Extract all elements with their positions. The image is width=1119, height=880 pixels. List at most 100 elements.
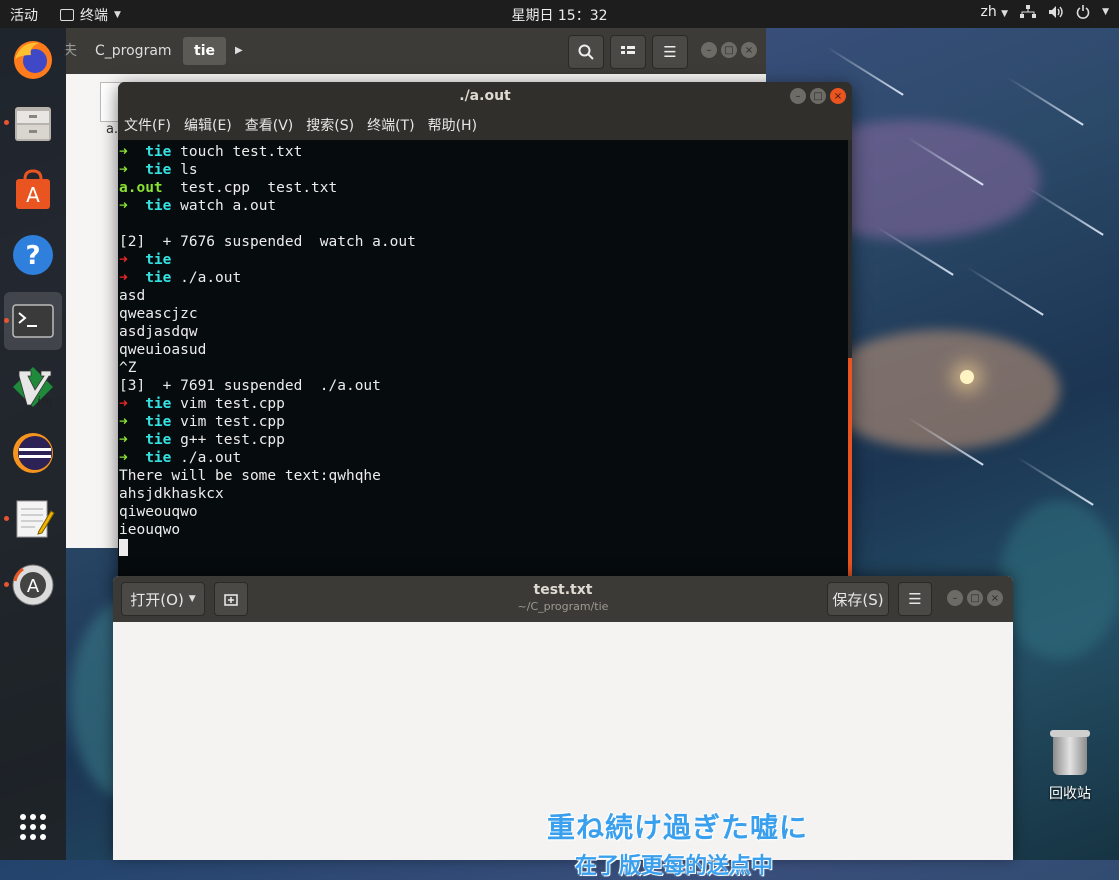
files-headerbar: 夫 C_program tie ▶ ☰ – □ × [63,28,766,74]
output-text: asdjasdqw [119,324,198,340]
terminal-line: ➜ tie ./a.out [119,449,848,467]
menu-edit[interactable]: 编辑(E) [184,115,232,135]
dock: A ? im A [0,28,66,860]
dock-item-text-editor[interactable] [4,490,62,548]
prompt-arrow-error: ➜ [119,252,128,268]
command-text: ls [171,162,198,178]
terminal-line: a.out test.cpp test.txt [119,179,848,197]
running-indicator [4,582,9,587]
terminal-line: ➜ tie touch test.txt [119,143,848,161]
power-icon[interactable] [1076,5,1090,19]
terminal-line [119,539,848,557]
minimize-button[interactable]: – [947,590,963,606]
save-button[interactable]: 保存(S) [827,582,889,616]
hamburger-icon: ☰ [908,590,922,608]
maximize-button[interactable]: □ [810,88,826,104]
output-text: asd [119,288,146,304]
files-icon [15,107,51,141]
terminal-line: ➜ tie g++ test.cpp [119,431,848,449]
menu-file[interactable]: 文件(F) [124,115,171,135]
save-button-label: 保存(S) [832,590,884,609]
trash-icon [1050,730,1090,775]
top-bar: 活动 终端 ▼ 星期日 15：32 zh ▼ ▼ [0,0,1119,28]
output-text: [2] + 7676 suspended watch a.out [119,234,416,250]
language-indicator[interactable]: zh ▼ [980,4,1008,20]
menu-view[interactable]: 查看(V) [245,115,294,135]
prompt-arrow-success: ➜ [119,144,128,160]
vim-icon: im [13,367,53,408]
grid-icon [20,814,46,840]
terminal-menubar: 文件(F) 编辑(E) 查看(V) 搜索(S) 终端(T) 帮助(H) [118,110,852,140]
subtitle-line-1: 重ね続け過ぎた嘘に [547,811,809,844]
menu-help[interactable]: 帮助(H) [428,115,477,135]
volume-icon[interactable] [1048,5,1064,19]
terminal-cursor [119,539,128,556]
search-button[interactable] [568,35,604,69]
path-segment-c-program[interactable]: C_program [84,37,183,65]
terminal-title: ./a.out [118,82,852,110]
terminal-line: ^Z [119,359,848,377]
clock[interactable]: 星期日 15：32 [0,5,1119,25]
terminal-line: ➜ tie watch a.out [119,197,848,215]
dock-item-software-center[interactable]: A [4,160,62,218]
path-segment-tie[interactable]: tie [183,37,226,65]
menu-button[interactable]: ☰ [652,35,688,69]
show-applications-button[interactable] [4,798,62,856]
dock-item-vim[interactable]: im [4,358,62,416]
terminal-line: ➜ tie vim test.cpp [119,413,848,431]
view-toggle-button[interactable] [610,35,646,69]
maximize-button[interactable]: □ [721,42,737,58]
command-text: touch test.txt [171,144,303,160]
terminal-output[interactable]: ➜ tie touch test.txt ➜ tie ls a.out test.c… [118,140,848,576]
output-text: qweuioasud [119,342,207,358]
terminal-icon [12,304,54,338]
dock-item-files[interactable] [4,94,62,152]
search-icon [578,44,594,60]
close-button[interactable]: × [830,88,846,104]
prompt-dir: tie [145,396,172,412]
svg-text:A: A [26,183,40,207]
prompt-dir: tie [145,450,172,466]
output-text: [3] + 7691 suspended ./a.out [119,378,381,394]
menu-search[interactable]: 搜索(S) [306,115,354,135]
output-text: qweascjzc [119,306,198,322]
dock-item-terminal[interactable] [4,292,62,350]
trash-label: 回收站 [1049,786,1091,802]
dock-item-eclipse[interactable] [4,424,62,482]
menu-terminal[interactable]: 终端(T) [367,115,414,135]
chevron-down-icon[interactable]: ▼ [1102,7,1109,17]
output-text: ^Z [119,360,137,376]
terminal-line: ieouqwo [119,521,848,539]
command-text: vim test.cpp [171,396,285,412]
prompt-arrow-success: ➜ [119,450,128,466]
dock-item-help[interactable]: ? [4,226,62,284]
menu-button[interactable]: ☰ [898,582,932,616]
network-icon[interactable] [1020,5,1037,19]
dock-item-firefox[interactable] [4,30,62,88]
terminal-line: ➜ tie ls [119,161,848,179]
output-text: qiweouqwo [119,504,198,520]
terminal-line: ➜ tie vim test.cpp [119,395,848,413]
close-button[interactable]: × [987,590,1003,606]
maximize-button[interactable]: □ [967,590,983,606]
svg-text:?: ? [25,241,40,271]
eclipse-icon [13,433,53,473]
svg-text:im: im [37,394,52,408]
terminal-line: asd [119,287,848,305]
system-tray: zh ▼ ▼ [980,4,1109,20]
running-indicator [4,516,9,521]
firefox-icon [14,41,52,79]
terminal-line: qiweouqwo [119,503,848,521]
command-text: watch a.out [171,198,277,214]
desktop-trash[interactable]: 回收站 [1042,730,1098,803]
command-text: vim test.cpp [171,414,285,430]
terminal-scrollbar[interactable] [848,358,852,576]
close-button[interactable]: × [741,42,757,58]
subtitle-line-2: 在了版更每的送点中 [575,854,774,879]
minimize-button[interactable]: – [701,42,717,58]
minimize-button[interactable]: – [790,88,806,104]
dock-item-software-updater[interactable]: A [4,556,62,614]
chevron-right-icon[interactable]: ▶ [224,37,254,65]
terminal-line: ➜ tie [119,251,848,269]
software-updater-icon: A [12,564,54,606]
